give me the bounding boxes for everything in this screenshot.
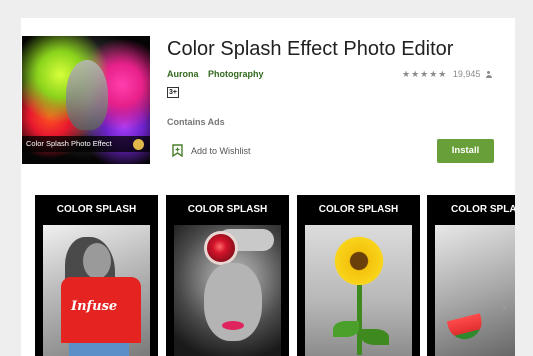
- screenshot-2[interactable]: COLOR SPLASH: [166, 195, 289, 356]
- screenshot-image: [435, 225, 515, 356]
- app-icon-caption: Color Splash Photo Effect: [22, 136, 150, 152]
- screenshot-4[interactable]: COLOR SPLASH: [427, 195, 515, 356]
- red-lips: [222, 321, 244, 330]
- rating-stars: ★★★★★: [402, 69, 448, 79]
- install-button[interactable]: Install: [437, 139, 494, 163]
- wishlist-label: Add to Wishlist: [191, 145, 251, 156]
- developer-link[interactable]: Aurona: [167, 69, 199, 79]
- rating-summary: ★★★★★ 19,945: [402, 69, 492, 80]
- contains-ads-label: Contains Ads: [167, 117, 225, 127]
- app-details-card: Color Splash Photo Effect Color Splash E…: [21, 18, 515, 356]
- screenshot-1[interactable]: COLOR SPLASH Infuse: [35, 195, 158, 356]
- sunflower-leaf: [361, 329, 389, 345]
- sunflower-stem: [357, 285, 362, 355]
- model-face: [83, 243, 111, 279]
- app-icon-portrait: [66, 60, 108, 130]
- bookmark-add-icon: [172, 144, 183, 157]
- app-icon-badge: [133, 139, 144, 150]
- screenshot-image: [305, 225, 412, 356]
- rating-count: 19,945: [452, 69, 481, 79]
- content-rating-badge: 3+: [167, 87, 179, 98]
- category-link[interactable]: Photography: [208, 69, 264, 79]
- screenshot-3[interactable]: COLOR SPLASH: [297, 195, 420, 356]
- person-icon: [485, 71, 492, 78]
- app-icon: Color Splash Photo Effect: [22, 36, 150, 164]
- screenshot-title: COLOR SPLASH: [318, 204, 399, 215]
- screenshot-title: COLOR SPLASH: [451, 204, 515, 215]
- jeans: [69, 343, 129, 356]
- watermelon-slice: [446, 313, 486, 343]
- chevron-right-icon[interactable]: ›: [502, 300, 508, 316]
- pomegranate: [204, 231, 238, 265]
- screenshot-title: COLOR SPLASH: [56, 204, 137, 215]
- sunflower-head: [331, 233, 387, 289]
- add-to-wishlist-button[interactable]: Add to Wishlist: [172, 144, 251, 157]
- app-title: Color Splash Effect Photo Editor: [167, 38, 454, 60]
- screenshot-image: [174, 225, 281, 356]
- screenshot-title: COLOR SPLASH: [187, 204, 268, 215]
- shirt-text: Infuse: [71, 299, 118, 314]
- sunflower-leaf: [333, 321, 359, 337]
- screenshot-image: Infuse: [43, 225, 150, 356]
